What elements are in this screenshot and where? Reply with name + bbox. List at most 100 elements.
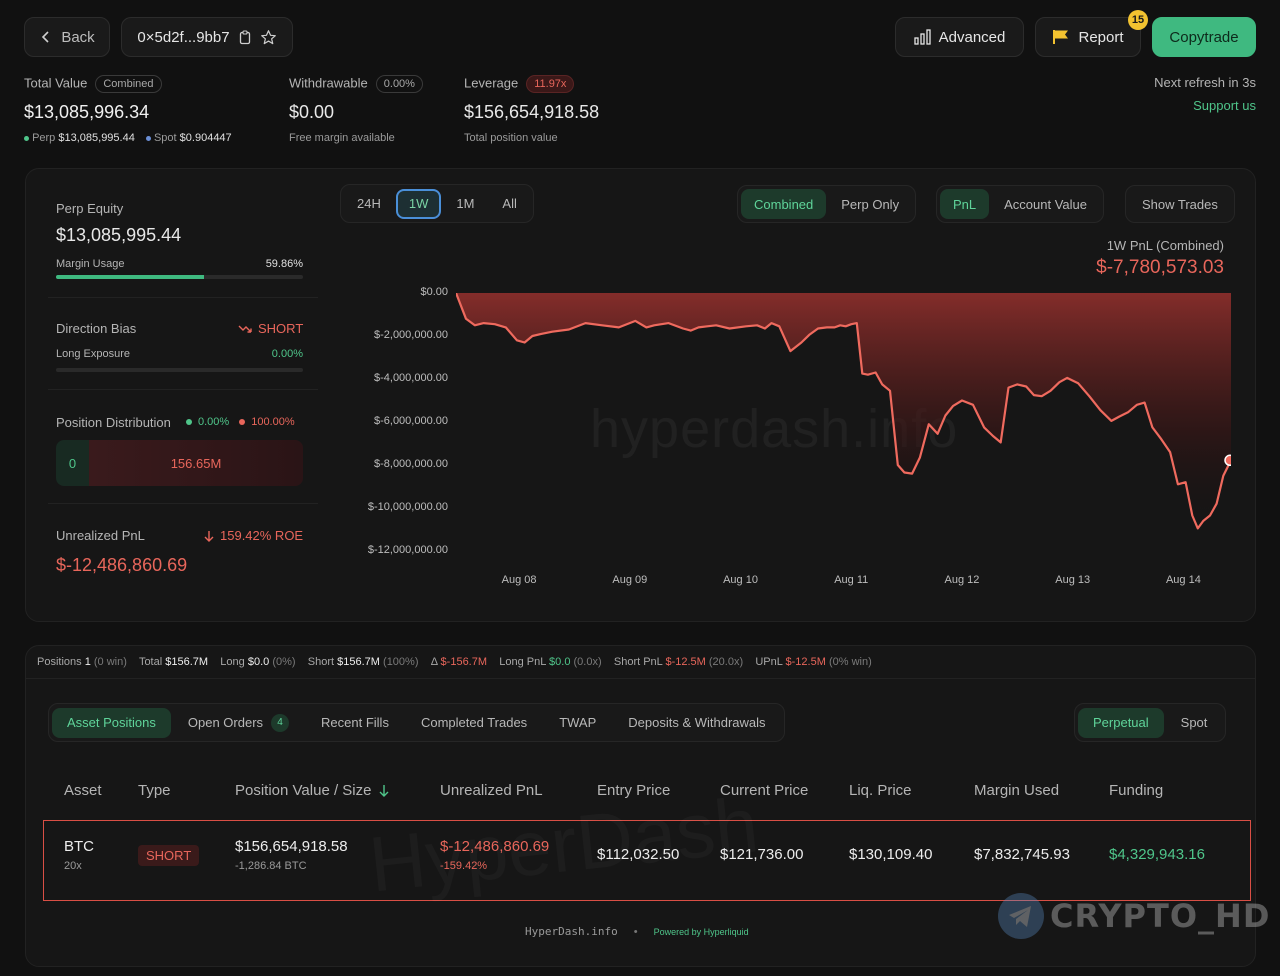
delta-value: $-156.7M xyxy=(440,656,488,668)
report-count-badge: 15 xyxy=(1128,10,1148,30)
short-pnl-label: Short PnL xyxy=(613,656,663,668)
x-tick-label: Aug 09 xyxy=(612,574,648,586)
y-tick-label: $-2,000,000.00 xyxy=(373,329,448,341)
withdrawable-sub: Free margin available xyxy=(289,132,395,144)
total-value-label: Total Value xyxy=(24,75,88,91)
col-funding[interactable]: Funding xyxy=(1109,782,1163,799)
y-tick-label: $-4,000,000.00 xyxy=(373,372,448,384)
leverage-value: $156,654,918.58 xyxy=(464,102,600,122)
show-trades-button[interactable]: Show Trades xyxy=(1125,185,1235,223)
pnl-current-point[interactable] xyxy=(1224,454,1231,467)
positions-label: Positions xyxy=(37,656,82,668)
long-exposure-value: 0.00% xyxy=(271,348,303,360)
footer-site[interactable]: HyperDash.info xyxy=(525,925,618,938)
perp-value: $13,085,995.44 xyxy=(58,132,135,144)
long-value: $0.0 xyxy=(247,656,270,668)
range-24h[interactable]: 24H xyxy=(344,189,394,219)
cell-size: -1,286.84 BTC xyxy=(235,860,307,872)
withdrawable-value: $0.00 xyxy=(289,102,335,122)
cell-funding: $4,329,943.16 xyxy=(1109,846,1205,863)
y-tick-label: $-12,000,000.00 xyxy=(367,544,448,556)
y-axis: $0.00 $-2,000,000.00 $-4,000,000.00 $-6,000… xyxy=(340,280,448,570)
chart-label: 1W PnL (Combined) xyxy=(1106,238,1224,253)
dist-short-pct: 100.00% xyxy=(251,416,295,428)
range-1w[interactable]: 1W xyxy=(395,188,442,219)
metric-pnl[interactable]: PnL xyxy=(940,189,990,219)
distribution-bar: 0 156.65M xyxy=(56,440,303,486)
show-trades-label: Show Trades xyxy=(1142,196,1218,212)
telegram-icon xyxy=(998,893,1044,939)
col-position-value-label: Position Value / Size xyxy=(235,782,372,799)
copytrade-button[interactable]: Copytrade xyxy=(1152,17,1256,57)
tab-recent-fills[interactable]: Recent Fills xyxy=(306,708,404,738)
total-value-section: Total Value Combined $13,085,996.34 Perp … xyxy=(24,75,232,144)
total-value: $13,085,996.34 xyxy=(24,102,150,122)
y-tick-label: $-8,000,000.00 xyxy=(373,458,448,470)
overlay-watermark-text: CRYPTO_HD xyxy=(1050,897,1271,935)
withdrawable-label: Withdrawable xyxy=(289,75,368,91)
margin-usage-fill xyxy=(56,275,204,279)
cell-asset: BTC xyxy=(64,838,94,855)
y-tick-label: $-10,000,000.00 xyxy=(367,501,448,513)
divider xyxy=(48,503,318,504)
x-tick-label: Aug 12 xyxy=(944,574,980,586)
col-liq-price[interactable]: Liq. Price xyxy=(849,782,912,799)
col-margin-used[interactable]: Margin Used xyxy=(974,782,1059,799)
margin-usage-value: 59.86% xyxy=(265,258,303,270)
leverage-label: Leverage xyxy=(464,75,519,91)
unrealized-pnl-value: $-12,486,860.69 xyxy=(56,555,188,575)
x-tick-label: Aug 10 xyxy=(723,574,758,586)
advanced-button[interactable]: Advanced xyxy=(895,17,1024,57)
position-distribution-label: Position Distribution xyxy=(56,415,171,430)
x-tick-label: Aug 14 xyxy=(1165,574,1201,586)
tab-deposits-withdrawals[interactable]: Deposits & Withdrawals xyxy=(613,708,780,738)
telegram-watermark: CRYPTO_HD xyxy=(998,893,1270,939)
range-1m[interactable]: 1M xyxy=(443,189,487,219)
positions-value: 1 xyxy=(84,656,91,668)
tab-completed-trades[interactable]: Completed Trades xyxy=(406,708,542,738)
cell-unrealized-pnl: $-12,486,860.69 xyxy=(440,838,550,855)
short-pct: (100%) xyxy=(383,656,419,668)
roe-text: 159.42% ROE xyxy=(220,528,304,543)
direction-bias-label: Direction Bias xyxy=(56,321,137,336)
footer-powered[interactable]: Powered by Hyperliquid xyxy=(654,927,749,937)
trend-down-icon xyxy=(238,325,252,333)
report-button[interactable]: Report xyxy=(1035,17,1141,57)
long-label: Long xyxy=(220,656,245,668)
dist-long-segment: 0 xyxy=(56,440,89,486)
combined-pill: Combined xyxy=(95,75,162,93)
col-unrealized-pnl[interactable]: Unrealized PnL xyxy=(440,782,543,799)
delta-label: Δ xyxy=(430,656,438,668)
metric-account-value[interactable]: Account Value xyxy=(991,189,1100,219)
stats-bar: Positions 1 (0 win) Total $156.7M Long $… xyxy=(37,656,872,668)
mode-combined[interactable]: Combined xyxy=(741,189,827,219)
long-exposure-bar xyxy=(56,368,303,372)
dist-long-pct: 0.00% xyxy=(198,416,230,428)
tab-open-orders[interactable]: Open Orders 4 xyxy=(173,708,304,738)
x-tick-label: Aug 13 xyxy=(1055,574,1091,586)
withdrawable-section: Withdrawable 0.00% $0.00 Free margin avai… xyxy=(289,75,423,144)
market-tabs: Perpetual Spot xyxy=(1074,703,1227,742)
back-button[interactable]: Back xyxy=(24,17,110,57)
arrow-down-icon xyxy=(204,530,214,542)
tab-twap[interactable]: TWAP xyxy=(544,708,611,738)
report-label: Report xyxy=(1078,28,1124,46)
mode-perp-only[interactable]: Perp Only xyxy=(828,189,912,219)
open-orders-count: 4 xyxy=(271,713,290,732)
spot-value: $0.904447 xyxy=(179,132,232,144)
col-type[interactable]: Type xyxy=(138,782,171,799)
y-tick-label: $0.00 xyxy=(420,286,448,298)
tab-spot[interactable]: Spot xyxy=(1166,708,1223,738)
copy-icon[interactable] xyxy=(238,29,252,45)
range-all[interactable]: All xyxy=(489,189,529,219)
col-asset[interactable]: Asset xyxy=(64,782,102,799)
support-link[interactable]: Support us xyxy=(1193,98,1256,113)
col-position-value[interactable]: Position Value / Size xyxy=(235,782,389,799)
tab-perpetual[interactable]: Perpetual xyxy=(1078,707,1164,738)
positions-win: (0 win) xyxy=(93,656,127,668)
long-exposure-label: Long Exposure xyxy=(56,348,130,360)
short-value: $156.7M xyxy=(337,656,380,668)
long-pct: (0%) xyxy=(272,656,296,668)
star-icon[interactable] xyxy=(260,29,277,46)
tab-asset-positions[interactable]: Asset Positions xyxy=(52,707,171,738)
